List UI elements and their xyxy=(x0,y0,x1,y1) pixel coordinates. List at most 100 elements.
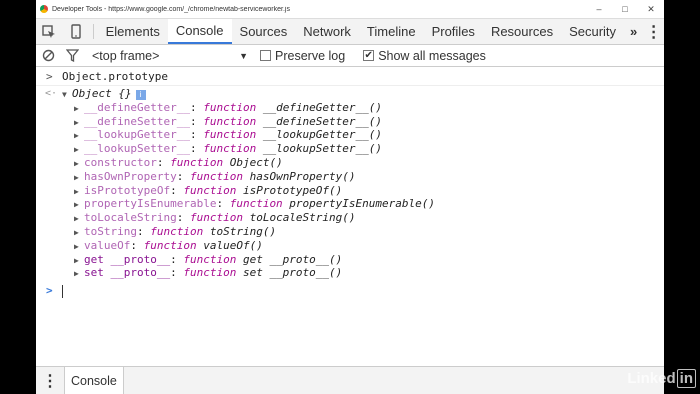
preserve-log-label: Preserve log xyxy=(275,48,346,63)
property-entry[interactable]: ▶ toLocaleString: function toLocaleString… xyxy=(74,211,356,226)
property-row[interactable]: ▶ __lookupSetter__: function __lookupSett… xyxy=(36,142,664,156)
title-bar: Developer Tools - https://www.google.com… xyxy=(36,0,664,19)
close-button[interactable]: ✕ xyxy=(638,4,664,15)
property-name: __lookupGetter__ xyxy=(84,128,190,142)
devtools-toolbar: Elements Console Sources Network Timelin… xyxy=(36,19,664,45)
property-entry[interactable]: ▶ constructor: function Object() xyxy=(74,156,283,171)
property-entry[interactable]: ▶ propertyIsEnumerable: function property… xyxy=(74,197,435,212)
expand-triangle-icon[interactable]: ▶ xyxy=(74,171,84,185)
property-list: ▶ __defineGetter__: function __defineGett… xyxy=(36,101,664,280)
property-entry[interactable]: ▶ isPrototypeOf: function isPrototypeOf() xyxy=(74,184,342,199)
expand-triangle-icon[interactable]: ▶ xyxy=(74,143,84,157)
expand-triangle-icon[interactable]: ▶ xyxy=(74,267,84,281)
property-value: function get __proto__() xyxy=(183,252,343,266)
object-label: Object {} xyxy=(72,87,132,100)
info-icon[interactable]: i xyxy=(135,90,146,100)
property-value: function __lookupSetter__() xyxy=(203,142,383,156)
property-row[interactable]: ▶ toString: function toString() xyxy=(36,225,664,239)
show-all-messages-checkbox[interactable]: ✔ Show all messages xyxy=(363,49,486,63)
expand-triangle-icon[interactable]: ▶ xyxy=(74,226,84,240)
expand-triangle-icon[interactable]: ▼ xyxy=(62,88,72,102)
expand-triangle-icon[interactable]: ▶ xyxy=(74,102,84,116)
property-entry[interactable]: ▶ valueOf: function valueOf() xyxy=(74,239,263,254)
tab-profiles[interactable]: Profiles xyxy=(424,19,483,44)
expand-triangle-icon[interactable]: ▶ xyxy=(74,254,84,268)
property-entry[interactable]: ▶ set __proto__: function set __proto__() xyxy=(74,266,342,281)
property-value: function __defineSetter__() xyxy=(203,114,383,128)
property-entry[interactable]: ▶ __lookupSetter__: function __lookupSett… xyxy=(74,142,382,157)
property-entry[interactable]: ▶ __lookupGetter__: function __lookupGett… xyxy=(74,128,382,143)
property-row[interactable]: ▶ constructor: function Object() xyxy=(36,156,664,170)
property-name: hasOwnProperty xyxy=(84,169,177,183)
expand-triangle-icon[interactable]: ▶ xyxy=(74,198,84,212)
tab-security[interactable]: Security xyxy=(561,19,624,44)
property-value: function valueOf() xyxy=(143,238,263,252)
property-value: function Object() xyxy=(170,155,283,169)
maximize-button[interactable]: □ xyxy=(612,4,638,14)
property-row[interactable]: ▶ hasOwnProperty: function hasOwnProperty… xyxy=(36,170,664,184)
tab-network[interactable]: Network xyxy=(295,19,359,44)
property-name: set __proto__ xyxy=(84,266,171,280)
object-header[interactable]: ▼ Object {} i xyxy=(62,87,146,102)
property-row[interactable]: ▶ isPrototypeOf: function isPrototypeOf() xyxy=(36,184,664,198)
expand-triangle-icon[interactable]: ▶ xyxy=(74,116,84,130)
property-name: propertyIsEnumerable xyxy=(84,197,217,211)
tab-console[interactable]: Console xyxy=(167,19,232,44)
property-value: function hasOwnProperty() xyxy=(189,169,356,183)
property-entry[interactable]: ▶ __defineSetter__: function __defineSett… xyxy=(74,115,382,130)
property-value: function isPrototypeOf() xyxy=(183,183,343,197)
property-row[interactable]: ▶ toLocaleString: function toLocaleString… xyxy=(36,211,664,225)
filter-icon[interactable] xyxy=(60,49,84,62)
property-value: function toString() xyxy=(150,224,277,238)
clear-console-icon[interactable] xyxy=(36,49,60,62)
tab-timeline[interactable]: Timeline xyxy=(359,19,424,44)
property-row[interactable]: ▶ get __proto__: function get __proto__() xyxy=(36,253,664,267)
preserve-log-box[interactable] xyxy=(260,50,271,61)
tab-sources[interactable]: Sources xyxy=(232,19,296,44)
property-row[interactable]: ▶ __defineGetter__: function __defineGett… xyxy=(36,101,664,115)
property-value: function set __proto__() xyxy=(183,266,343,280)
show-all-label: Show all messages xyxy=(378,48,486,63)
drawer: ⋮ Console xyxy=(36,366,664,394)
property-name: __defineGetter__ xyxy=(84,100,190,114)
property-name: isPrototypeOf xyxy=(84,183,171,197)
property-entry[interactable]: ▶ toString: function toString() xyxy=(74,225,276,240)
property-name: toString xyxy=(84,224,137,238)
context-selector-label: <top frame> xyxy=(92,48,160,63)
console-input-row[interactable]: > xyxy=(36,280,664,302)
more-tabs-button[interactable]: » xyxy=(624,19,643,44)
inspect-element-icon[interactable] xyxy=(36,19,62,44)
device-mode-icon[interactable] xyxy=(62,19,88,44)
drawer-menu-icon[interactable]: ⋮ xyxy=(36,367,64,394)
property-row[interactable]: ▶ set __proto__: function set __proto__() xyxy=(36,266,664,280)
property-row[interactable]: ▶ __lookupGetter__: function __lookupGett… xyxy=(36,128,664,142)
show-all-box[interactable]: ✔ xyxy=(363,50,375,61)
minimize-button[interactable]: – xyxy=(586,4,612,14)
expand-triangle-icon[interactable]: ▶ xyxy=(74,157,84,171)
property-name: toLocaleString xyxy=(84,211,177,225)
expand-triangle-icon[interactable]: ▶ xyxy=(74,212,84,226)
chevron-right-icon: > xyxy=(46,70,53,83)
expand-triangle-icon[interactable]: ▶ xyxy=(74,185,84,199)
property-name: get __proto__ xyxy=(84,252,171,266)
property-entry[interactable]: ▶ __defineGetter__: function __defineGett… xyxy=(74,101,382,116)
property-row[interactable]: ▶ propertyIsEnumerable: function property… xyxy=(36,197,664,211)
tab-elements[interactable]: Elements xyxy=(98,19,168,44)
property-name: __defineSetter__ xyxy=(84,114,190,128)
expand-triangle-icon[interactable]: ▶ xyxy=(74,240,84,254)
property-name: __lookupSetter__ xyxy=(84,142,190,156)
context-selector[interactable]: <top frame> ▼ xyxy=(84,49,254,63)
tab-resources[interactable]: Resources xyxy=(483,19,561,44)
expand-triangle-icon[interactable]: ▶ xyxy=(74,129,84,143)
console-filter-bar: <top frame> ▼ Preserve log ✔ Show all me… xyxy=(36,45,664,67)
property-row[interactable]: ▶ valueOf: function valueOf() xyxy=(36,239,664,253)
devtools-window: Developer Tools - https://www.google.com… xyxy=(36,0,664,394)
drawer-tab-console[interactable]: Console xyxy=(64,367,124,394)
preserve-log-checkbox[interactable]: Preserve log xyxy=(260,49,345,63)
property-row[interactable]: ▶ __defineSetter__: function __defineSett… xyxy=(36,115,664,129)
property-entry[interactable]: ▶ get __proto__: function get __proto__() xyxy=(74,253,342,268)
customize-menu-icon[interactable]: ⋮ xyxy=(643,19,664,44)
property-entry[interactable]: ▶ hasOwnProperty: function hasOwnProperty… xyxy=(74,170,356,185)
console-output: > Object.prototype <· ▼ Object {} i ▶ __def… xyxy=(36,67,664,302)
linkedin-watermark: Linked in xyxy=(627,369,696,388)
